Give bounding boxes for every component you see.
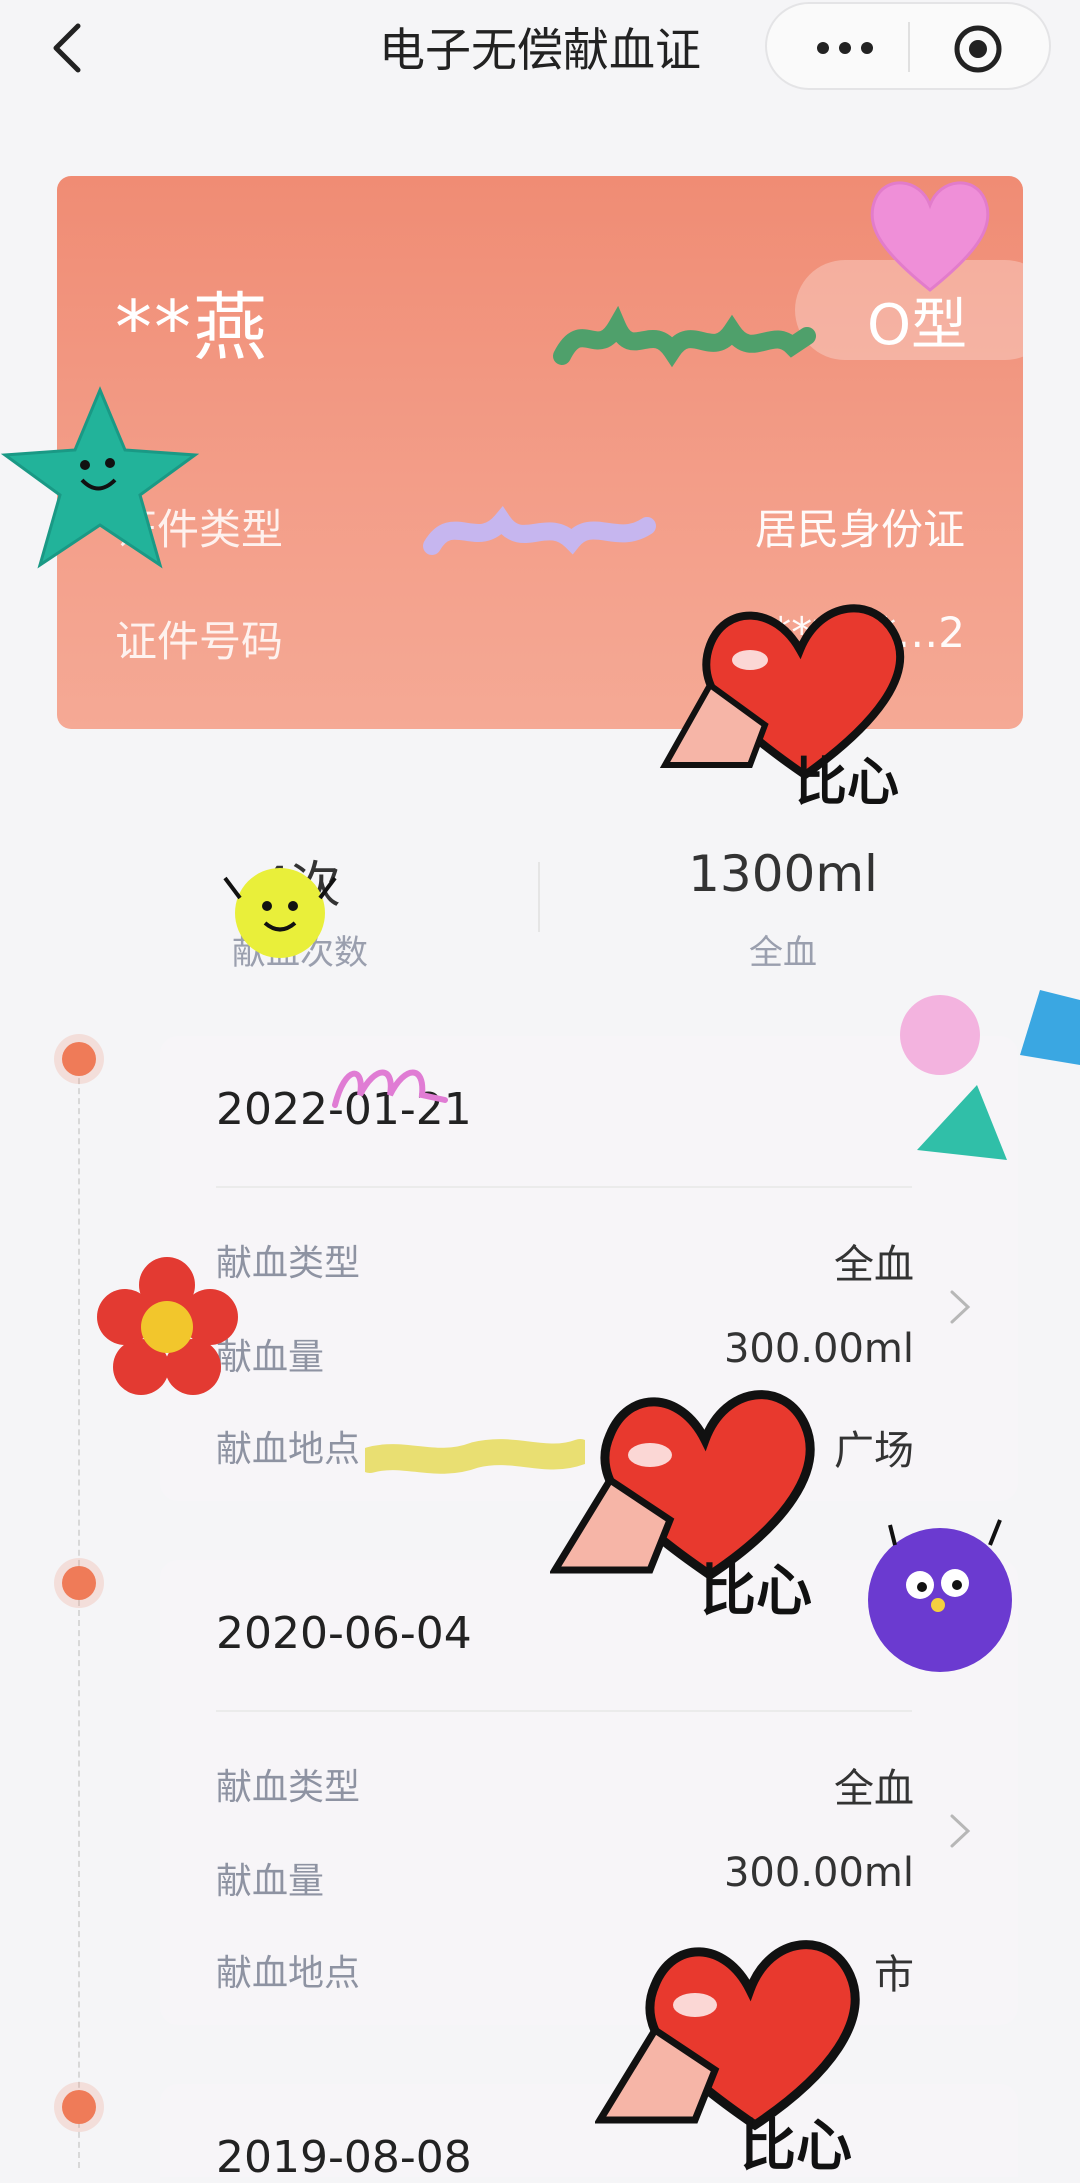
- bixin-text: 比心: [795, 753, 899, 813]
- timeline-dot: [62, 1566, 96, 1600]
- bixin-text: 比心: [700, 1559, 812, 1624]
- nav-bar: 电子无偿献血证: [0, 0, 1080, 100]
- pink-squiggle-sticker: [332, 1069, 448, 1108]
- heart-hand-sticker: 比心: [659, 604, 904, 813]
- record-type-value: 全血: [834, 1242, 914, 1288]
- id-type-value: 居民身份证: [754, 505, 965, 554]
- pink-ball-sticker: [900, 995, 980, 1075]
- purple-scribble-sticker: [423, 506, 656, 555]
- teal-triangle-sticker: [917, 1085, 1007, 1160]
- record-type-value: 全血: [834, 1766, 914, 1812]
- record-place-label: 献血地点: [216, 1429, 361, 1470]
- record-amount-value: 300.00ml: [723, 1850, 914, 1896]
- timeline-dot: [62, 2090, 96, 2124]
- record-place-label: 献血地点: [216, 1953, 361, 1994]
- id-number-label: 证件号码: [115, 617, 284, 666]
- whole-blood-volume-label: 全血: [749, 933, 817, 973]
- donor-name: **燕: [115, 285, 269, 371]
- heart-hand-sticker: 比心: [595, 1940, 860, 2177]
- timeline-dot: [62, 1042, 96, 1076]
- red-flower-sticker: [97, 1257, 238, 1395]
- bixin-text: 比心: [740, 2114, 852, 2177]
- green-scribble-sticker: [553, 306, 816, 368]
- yellow-smiley-sticker: [223, 868, 337, 958]
- green-star-sticker: [0, 386, 200, 569]
- chevron-right-icon[interactable]: [944, 1806, 974, 1856]
- purple-monster-sticker: [868, 1519, 1012, 1672]
- timeline-line: [78, 1058, 80, 2168]
- record-divider: [216, 1186, 912, 1188]
- record-amount-label: 献血量: [216, 1861, 325, 1902]
- record-date: 2019-08-08: [216, 2132, 472, 2183]
- whole-blood-volume-value: 1300ml: [688, 845, 878, 903]
- stats-divider: [538, 862, 540, 932]
- record-date: 2020-06-04: [216, 1608, 472, 1659]
- pink-heart-sticker: [870, 181, 990, 292]
- record-divider: [216, 1710, 912, 1712]
- more-dots-icon[interactable]: [805, 28, 885, 68]
- target-circle-icon[interactable]: [953, 24, 1003, 74]
- heart-hand-sticker: 比心: [550, 1390, 815, 1624]
- blue-shape-sticker: [1020, 990, 1080, 1065]
- mini-program-capsule: [765, 2, 1051, 90]
- record-type-label: 献血类型: [216, 1767, 361, 1808]
- capsule-divider: [908, 22, 910, 72]
- chevron-right-icon[interactable]: [944, 1282, 974, 1332]
